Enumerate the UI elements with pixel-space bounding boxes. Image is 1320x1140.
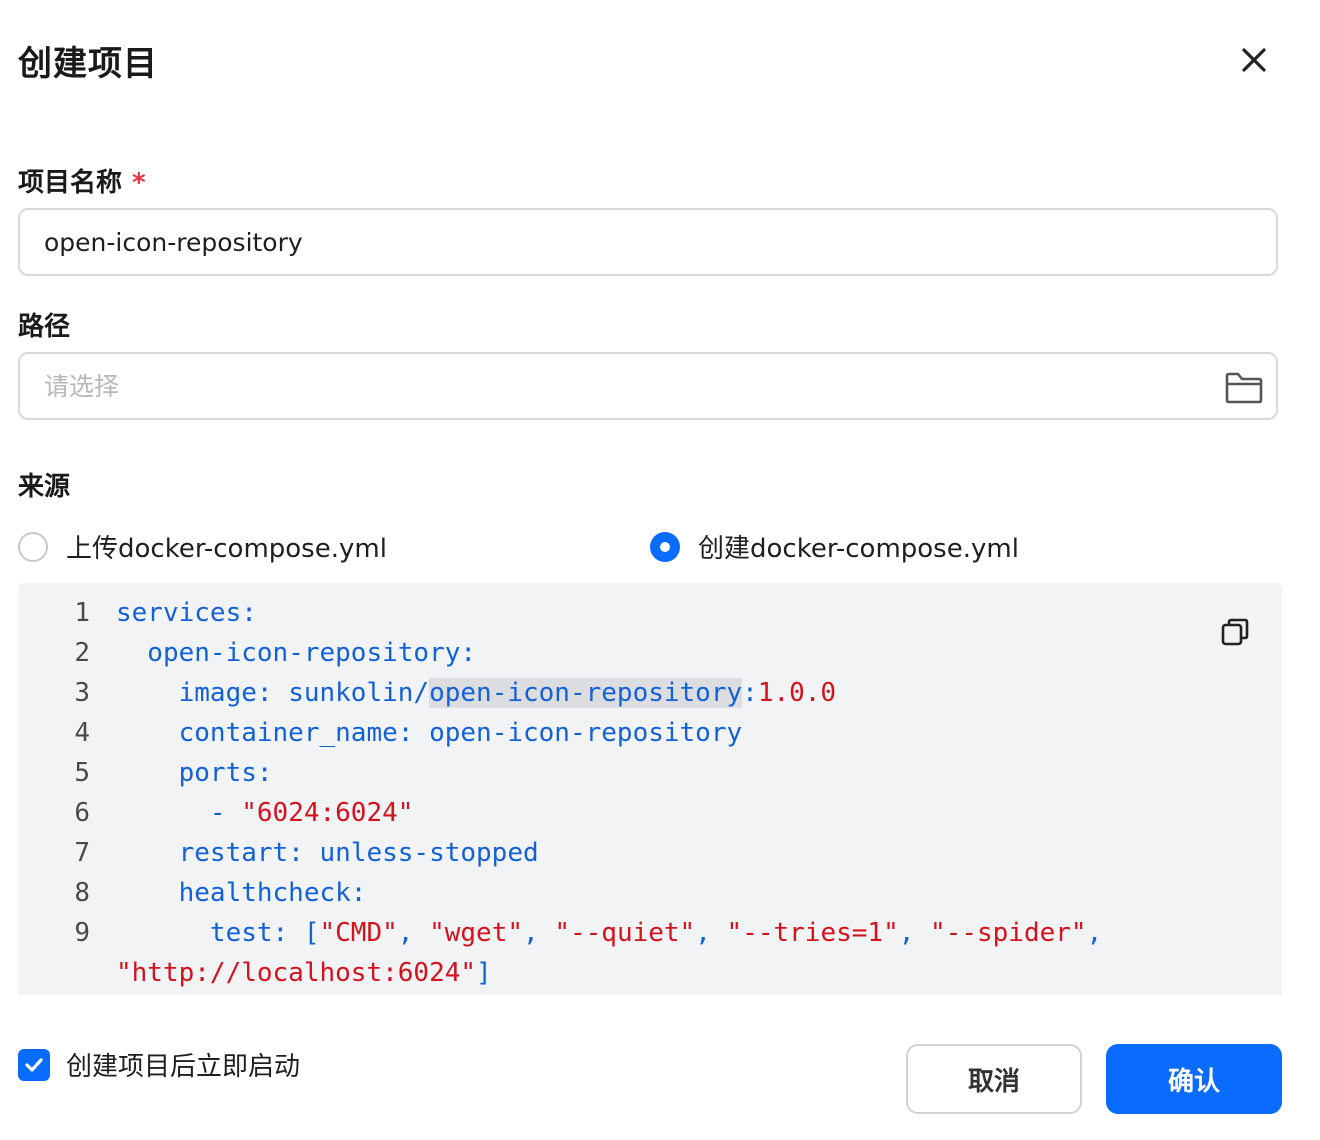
required-mark: * xyxy=(132,168,146,198)
code-line: 6 - "6024:6024" xyxy=(18,793,1282,833)
line-number: 4 xyxy=(74,718,90,748)
code-token: ] xyxy=(476,958,492,988)
code-token: , xyxy=(898,918,931,948)
code-token: ports: xyxy=(116,758,273,788)
code-token: restart: xyxy=(116,838,320,868)
line-code: open-icon-repository: xyxy=(90,633,476,673)
code-line: 9 test: ["CMD", "wget", "--quiet", "--tr… xyxy=(18,913,1282,953)
code-token: open-icon-repository xyxy=(429,718,743,748)
code-token: open-icon-repository xyxy=(429,678,743,708)
code-token: 1.0.0 xyxy=(757,678,837,708)
code-token: healthcheck: xyxy=(116,878,367,908)
code-line: 1 services: xyxy=(18,593,1282,633)
code-token: : xyxy=(742,678,758,708)
check-icon xyxy=(25,1057,43,1072)
source-option-upload-label: 上传docker-compose.yml xyxy=(66,534,387,564)
dialog-title: 创建项目 xyxy=(18,44,158,84)
line-number: 6 xyxy=(74,798,90,828)
source-option-create-label: 创建docker-compose.yml xyxy=(698,534,1019,564)
code-token: open-icon-repository: xyxy=(116,638,477,668)
radio-upload[interactable] xyxy=(18,531,48,562)
line-code: ports: xyxy=(90,753,273,793)
line-number: 9 xyxy=(74,918,90,948)
code-line: 4 container_name: open-icon-repository xyxy=(18,713,1282,753)
line-code: healthcheck: xyxy=(90,873,367,913)
code-token: , xyxy=(397,918,430,948)
line-code: container_name: open-icon-repository xyxy=(90,713,743,753)
project-name-input[interactable] xyxy=(18,208,1278,276)
code-token: "CMD" xyxy=(319,918,398,948)
autostart-label: 创建项目后立即启动 xyxy=(66,1052,301,1082)
code-token: , xyxy=(1086,918,1103,948)
line-code: image: sunkolin/open-icon-repository:1.0… xyxy=(90,673,836,713)
close-icon xyxy=(1242,48,1266,72)
source-option-upload[interactable]: 上传docker-compose.yml xyxy=(18,528,387,565)
source-label: 来源 xyxy=(18,472,71,502)
project-name-label-text: 项目名称 xyxy=(18,168,123,198)
code-token: container_name: xyxy=(116,718,430,748)
line-number: 3 xyxy=(74,678,90,708)
code-token: [ xyxy=(303,918,320,948)
code-token: "wget" xyxy=(429,918,524,948)
code-token: "--tries=1" xyxy=(726,918,899,948)
copy-icon xyxy=(1221,618,1249,646)
code-line: 8 healthcheck: xyxy=(18,873,1282,913)
code-token: sunkolin/ xyxy=(288,678,430,708)
code-token: unless-stopped xyxy=(319,838,539,868)
radio-create[interactable] xyxy=(650,531,680,562)
code-token: "--quiet" xyxy=(554,918,696,948)
code-token: image: xyxy=(116,678,289,708)
code-token: "http://localhost:6024" xyxy=(116,958,477,988)
line-code: services: xyxy=(90,593,257,633)
confirm-button[interactable]: 确认 xyxy=(1106,1044,1282,1114)
code-line-wrapped: "http://localhost:6024"] xyxy=(18,953,1282,993)
code-line: 3 image: sunkolin/open-icon-repository:1… xyxy=(18,673,1282,713)
code-token: "--spider" xyxy=(930,918,1087,948)
line-number: 1 xyxy=(74,598,90,628)
path-input[interactable] xyxy=(18,352,1278,420)
copy-button[interactable] xyxy=(1218,615,1252,649)
autostart-checkbox-row[interactable]: 创建项目后立即启动 xyxy=(18,1046,300,1083)
cancel-button[interactable]: 取消 xyxy=(906,1044,1082,1114)
close-button[interactable] xyxy=(1234,40,1274,80)
line-code: - "6024:6024" xyxy=(90,793,414,833)
code-line: 5 ports: xyxy=(18,753,1282,793)
code-line: 7 restart: unless-stopped xyxy=(18,833,1282,873)
line-number: 7 xyxy=(74,838,90,868)
autostart-checkbox[interactable] xyxy=(18,1048,50,1081)
code-token: test: xyxy=(116,918,304,948)
line-number: 8 xyxy=(74,878,90,908)
code-line: 2 open-icon-repository: xyxy=(18,633,1282,673)
path-label: 路径 xyxy=(18,312,71,342)
line-number: 2 xyxy=(74,638,90,668)
line-code: test: ["CMD", "wget", "--quiet", "--trie… xyxy=(90,913,1102,953)
code-token: - xyxy=(116,798,242,828)
code-token: , xyxy=(523,918,555,948)
code-token: services: xyxy=(116,598,257,628)
code-lines: 1 services: 2 open-icon-repository: 3 image… xyxy=(18,593,1282,993)
code-token: , xyxy=(695,918,727,948)
line-code: restart: unless-stopped xyxy=(90,833,539,873)
line-number: 5 xyxy=(74,758,90,788)
code-token: "6024:6024" xyxy=(241,798,414,828)
project-name-label: 项目名称 * xyxy=(18,162,146,199)
code-editor[interactable]: 1 services: 2 open-icon-repository: 3 image… xyxy=(18,583,1282,995)
folder-icon xyxy=(1225,372,1263,404)
folder-select-button[interactable] xyxy=(1222,370,1266,406)
source-option-create[interactable]: 创建docker-compose.yml xyxy=(650,528,1019,565)
